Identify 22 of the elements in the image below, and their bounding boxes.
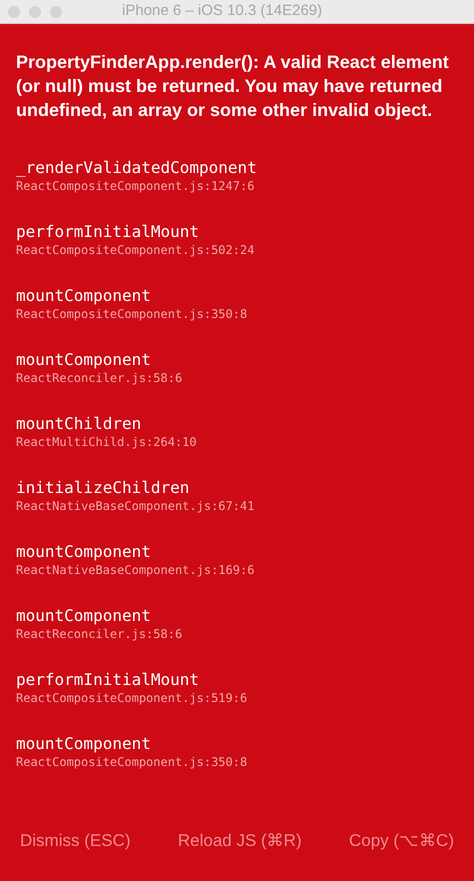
stack-method[interactable]: mountChildren — [16, 414, 142, 434]
stack-method[interactable]: performInitialMount — [16, 670, 200, 690]
window-title: iPhone 6 – iOS 10.3 (14E269) — [122, 1, 322, 22]
stack-file: ReactMultiChild.js:264:10 — [16, 434, 197, 450]
stack-method[interactable]: performInitialMount — [16, 222, 200, 242]
stack-method[interactable]: initializeChildren — [16, 478, 190, 498]
stack-file: ReactReconciler.js:58:6 — [16, 626, 182, 642]
stack-file: ReactCompositeComponent.js:350:8 — [16, 306, 248, 322]
stack-file: ReactCompositeComponent.js:502:24 — [16, 242, 254, 258]
stack-method[interactable]: mountComponent — [16, 606, 151, 626]
stack-method[interactable]: mountComponent — [16, 542, 151, 562]
error-message: PropertyFinderApp.render(): A valid React element (or null) must be returned. You may have returned undefined, an array or some other invalid object. — [16, 51, 450, 122]
stack-method[interactable]: mountComponent — [16, 734, 151, 754]
stack-method[interactable]: mountComponent — [16, 286, 151, 306]
stack-file: ReactReconciler.js:58:6 — [16, 370, 182, 386]
stack-method[interactable]: _renderValidatedComponent — [16, 158, 257, 178]
stack-file: ReactCompositeComponent.js:519:6 — [16, 690, 248, 706]
stack-file: ReactNativeBaseComponent.js:67:41 — [16, 498, 254, 514]
stack-method[interactable]: mountComponent — [16, 350, 151, 370]
stack-file: ReactNativeBaseComponent.js:169:6 — [16, 562, 254, 578]
stack-file: ReactCompositeComponent.js:1247:6 — [16, 178, 254, 194]
stack-file: ReactCompositeComponent.js:350:8 — [16, 754, 248, 770]
